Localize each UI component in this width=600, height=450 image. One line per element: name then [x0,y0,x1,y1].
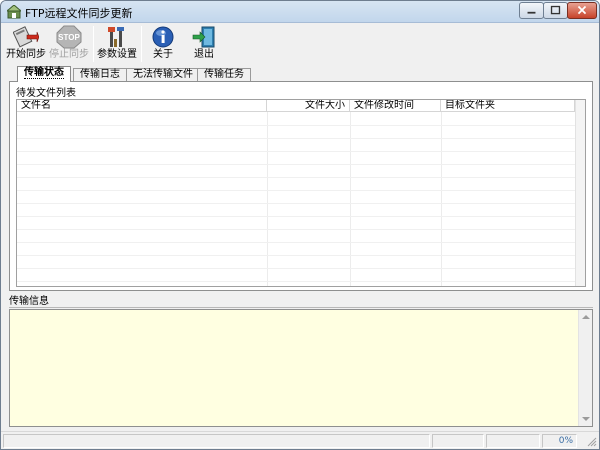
start-sync-icon [13,26,39,48]
grid-line [17,190,575,191]
transfer-info-title: 传输信息 [9,296,593,308]
main-window: FTP远程文件同步更新 开始同步 STOP 停止同步 参数设置 关于 退出 传输… [0,0,600,450]
list-header: 文件名 文件大小 文件修改时间 目标文件夹 [17,100,575,112]
status-pane [486,434,540,448]
status-pane [432,434,484,448]
info-icon [152,26,174,48]
close-icon [577,5,587,15]
tab-label: 传输任务 [204,69,244,80]
title-bar[interactable]: FTP远程文件同步更新 [1,1,599,23]
svg-text:STOP: STOP [58,33,80,42]
info-vertical-scrollbar[interactable] [578,310,592,426]
tab-transfer-status[interactable]: 传输状态 [17,66,71,82]
about-label: 关于 [153,49,173,60]
grid-line [17,229,575,230]
tab-label: 传输日志 [80,69,120,80]
exit-label: 退出 [194,49,214,60]
grid-line [17,151,575,152]
toolbar-separator [93,26,94,62]
resize-grip-icon[interactable] [587,437,597,447]
grid-line [17,164,575,165]
column-file-size[interactable]: 文件大小 [267,100,350,112]
exit-door-icon [192,26,215,48]
tab-label: 传输状态 [24,67,64,79]
scroll-up-arrow-icon[interactable] [582,315,590,319]
ftp-app-icon [7,5,21,19]
minimize-icon [527,11,536,14]
list-vertical-scrollbar[interactable] [575,100,585,286]
start-sync-label: 开始同步 [6,49,46,60]
status-progress-percent: 0% [542,434,577,448]
stop-sync-label: 停止同步 [49,49,89,60]
tab-transfer-log[interactable]: 传输日志 [73,68,127,82]
column-target-folder[interactable]: 目标文件夹 [441,100,575,112]
transfer-info-textbox[interactable] [9,309,593,427]
tab-label: 无法传输文件 [133,69,193,80]
grid-line [17,281,575,282]
status-bar: 0% [1,431,599,449]
grid-line [17,242,575,243]
tools-icon [108,27,124,47]
grid-line [17,203,575,204]
tab-transfer-tasks[interactable]: 传输任务 [197,68,251,82]
settings-button[interactable]: 参数设置 [95,24,139,64]
grid-line [17,177,575,178]
scroll-down-arrow-icon[interactable] [582,417,590,421]
grid-line [17,255,575,256]
about-button[interactable]: 关于 [145,24,181,64]
settings-label: 参数设置 [97,49,137,60]
maximize-button[interactable] [543,2,568,19]
tab-failed-files[interactable]: 无法传输文件 [126,68,200,82]
status-pane-main [3,434,430,448]
grid-line [17,125,575,126]
pending-files-list[interactable]: 文件名 文件大小 文件修改时间 目标文件夹 [16,99,586,287]
column-modified-time[interactable]: 文件修改时间 [350,100,441,112]
start-sync-button[interactable]: 开始同步 [5,24,47,64]
grid-line [17,268,575,269]
close-button[interactable] [567,2,597,19]
maximize-icon [550,5,561,15]
toolbar-separator [141,26,142,62]
toolbar: 开始同步 STOP 停止同步 参数设置 关于 退出 [1,24,599,66]
tab-panel-transfer-status: 待发文件列表 文件名 文件大小 文件修改时间 目标文件夹 [9,81,593,291]
grid-line [17,216,575,217]
stop-sync-button[interactable]: STOP 停止同步 [47,24,91,64]
grid-line [17,138,575,139]
exit-button[interactable]: 退出 [185,24,223,64]
minimize-button[interactable] [519,2,544,19]
stop-sign-icon: STOP [56,25,82,49]
window-title: FTP远程文件同步更新 [25,7,133,20]
column-file-name[interactable]: 文件名 [17,100,267,112]
